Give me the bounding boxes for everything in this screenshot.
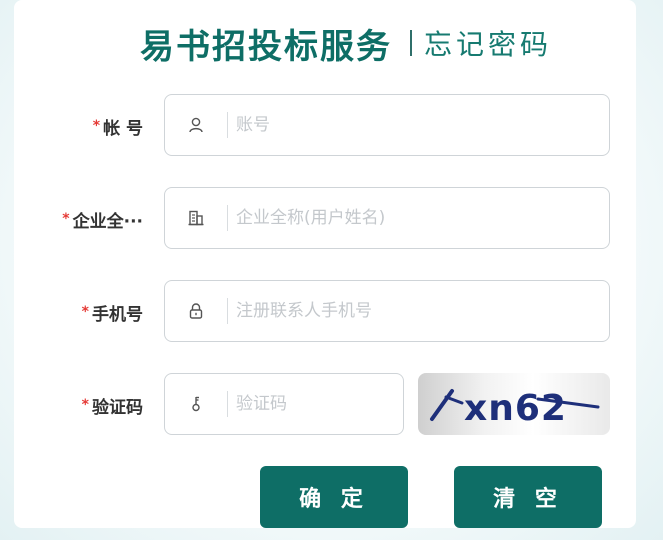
phone-input[interactable]: [236, 301, 609, 321]
phone-label: * 手机号: [81, 304, 143, 325]
clear-button[interactable]: 清 空: [454, 466, 602, 528]
confirm-button[interactable]: 确 定: [260, 466, 408, 528]
account-input[interactable]: [236, 115, 609, 135]
page-title: 易书招投标服务: [140, 26, 392, 67]
required-mark: *: [81, 304, 89, 320]
company-input[interactable]: [236, 208, 609, 228]
required-mark: *: [92, 118, 101, 134]
captcha-row: * 验证码 xn62: [0, 373, 663, 437]
company-field[interactable]: [164, 187, 610, 249]
account-row: * 帐 号: [0, 94, 663, 158]
page-header: 易书招投标服务 忘记密码: [140, 18, 552, 68]
required-mark: *: [81, 397, 89, 413]
captcha-field[interactable]: [164, 373, 404, 435]
input-divider: [227, 391, 228, 417]
account-field[interactable]: [164, 94, 610, 156]
building-icon: [165, 209, 227, 227]
page-subtitle: 忘记密码: [424, 28, 553, 61]
title-separator: [410, 30, 412, 56]
form-panel: [14, 0, 636, 528]
company-label: * 企业全···: [62, 211, 143, 232]
input-divider: [227, 205, 228, 231]
account-label: * 帐 号: [92, 118, 143, 139]
lock-icon: [165, 302, 227, 320]
captcha-input[interactable]: [236, 394, 403, 414]
input-divider: [227, 112, 228, 138]
input-divider: [227, 298, 228, 324]
required-mark: *: [62, 211, 70, 227]
company-row: * 企业全···: [0, 187, 663, 251]
phone-row: * 手机号: [0, 280, 663, 344]
captcha-image[interactable]: xn62: [418, 373, 610, 435]
phone-field[interactable]: [164, 280, 610, 342]
user-icon: [165, 116, 227, 134]
captcha-text: xn62: [464, 388, 567, 429]
captcha-label: * 验证码: [81, 397, 143, 418]
key-icon: [165, 395, 227, 413]
